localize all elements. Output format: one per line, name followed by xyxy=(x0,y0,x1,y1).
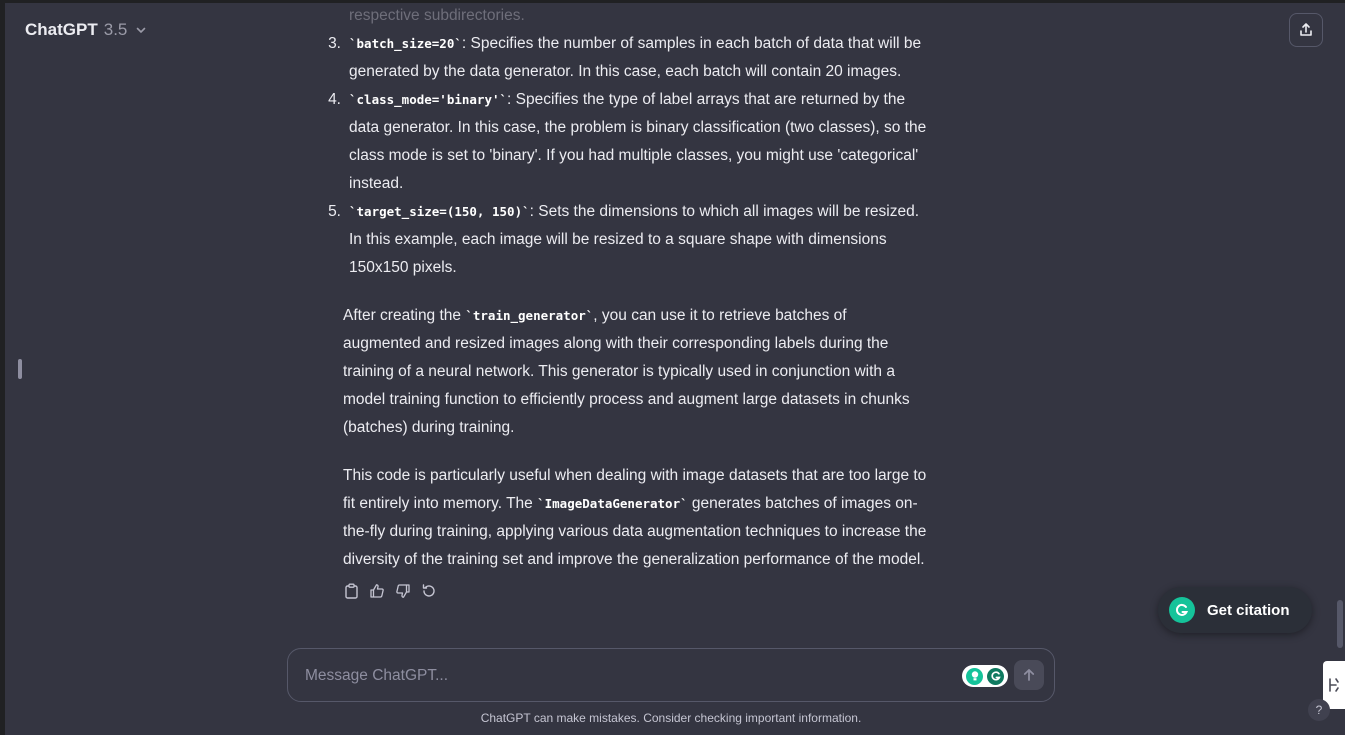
list-item-continuation: In this example, each image will be resi… xyxy=(343,226,953,254)
para-line: augmented and resized images along with … xyxy=(343,335,889,352)
extension-icons[interactable] xyxy=(962,665,1008,687)
clipboard-icon xyxy=(344,583,358,599)
list-text: : Specifies the type of label arrays tha… xyxy=(507,91,906,108)
model-version: 3.5 xyxy=(103,20,128,39)
regenerate-button[interactable] xyxy=(421,581,437,601)
inline-code: `ImageDataGenerator` xyxy=(537,496,688,511)
list-number: 4. xyxy=(328,91,341,108)
extension-panel-icon xyxy=(1329,678,1339,692)
list-number: 5. xyxy=(328,203,341,220)
sidebar-edge xyxy=(0,0,5,735)
dislike-button[interactable] xyxy=(395,581,411,601)
disclaimer-text: ChatGPT can make mistakes. Consider chec… xyxy=(480,711,862,725)
model-name: ChatGPT xyxy=(25,20,98,39)
para-line: training of a neural network. This gener… xyxy=(343,363,895,380)
message-actions xyxy=(343,581,437,601)
list-item-continuation: generated by the data generator. In this… xyxy=(343,58,953,86)
paragraph: After creating the `train_generator`, yo… xyxy=(343,302,953,442)
refresh-icon xyxy=(422,584,435,597)
list-item: 5. `target_size=(150, 150)`: Sets the di… xyxy=(328,198,953,226)
send-button[interactable] xyxy=(1014,660,1044,690)
share-icon xyxy=(1300,23,1312,36)
help-button[interactable]: ? xyxy=(1308,699,1330,721)
thumbs-down-icon xyxy=(396,584,410,598)
citation-label: Get citation xyxy=(1207,601,1290,619)
lightbulb-icon[interactable] xyxy=(966,667,983,685)
list-item-continuation: instead. xyxy=(343,170,953,198)
inline-code: `target_size=(150, 150)` xyxy=(349,204,530,219)
para-line: This code is particularly useful when de… xyxy=(343,467,927,484)
list-text: : Specifies the number of samples in eac… xyxy=(461,35,922,52)
para-text: generates batches of images on- xyxy=(687,495,918,512)
like-button[interactable] xyxy=(369,581,385,601)
list-text-line: generated by the data generator. In this… xyxy=(349,63,902,80)
arrow-up-icon xyxy=(1023,669,1035,681)
para-text: , you can use it to retrieve batches of xyxy=(593,307,847,324)
scrollbar-thumb[interactable] xyxy=(1337,600,1343,648)
para-text: After creating the xyxy=(343,307,466,324)
grammarly-icon[interactable] xyxy=(987,667,1004,685)
share-button[interactable] xyxy=(1289,13,1323,47)
model-selector[interactable]: ChatGPT 3.5 xyxy=(25,20,147,40)
get-citation-button[interactable]: Get citation xyxy=(1158,587,1312,633)
list-item: 4. `class_mode='binary'`: Specifies the … xyxy=(328,86,953,114)
list-text-line: In this example, each image will be resi… xyxy=(349,231,887,248)
sidebar-toggle-handle[interactable] xyxy=(18,359,22,379)
chevron-down-icon xyxy=(137,27,146,34)
list-item-continuation: 150x150 pixels. xyxy=(343,254,953,282)
paragraph: This code is particularly useful when de… xyxy=(343,462,953,574)
inline-code: `train_generator` xyxy=(465,308,594,323)
para-line: the-fly during training, applying variou… xyxy=(343,523,927,540)
para-line: (batches) during training. xyxy=(343,419,515,436)
list-text-line: 150x150 pixels. xyxy=(349,259,457,276)
list-item-continuation: class mode is set to 'binary'. If you ha… xyxy=(343,142,953,170)
list-text: : Sets the dimensions to which all image… xyxy=(529,203,920,220)
grammarly-logo-icon xyxy=(1169,597,1195,623)
list-text-line: class mode is set to 'binary'. If you ha… xyxy=(349,147,919,164)
list-item: 3. `batch_size=20`: Specifies the number… xyxy=(328,30,953,58)
list-text-line: instead. xyxy=(349,175,404,192)
inline-code: `batch_size=20` xyxy=(349,36,462,51)
thumbs-up-icon xyxy=(370,584,384,598)
list-text-line: data generator. In this case, the proble… xyxy=(349,119,927,136)
faded-text: respective subdirectories. xyxy=(349,7,525,24)
copy-button[interactable] xyxy=(343,581,359,601)
inline-code: `class_mode='binary'` xyxy=(349,92,508,107)
message-input[interactable] xyxy=(303,663,907,689)
para-line: diversity of the training set and improv… xyxy=(343,551,925,568)
list-number: 3. xyxy=(328,35,341,52)
para-line: model training function to efficiently p… xyxy=(343,391,910,408)
list-item-continuation: data generator. In this case, the proble… xyxy=(343,114,953,142)
para-text: fit entirely into memory. The xyxy=(343,495,538,512)
message-composer xyxy=(287,648,1055,702)
list-item-faded: respective subdirectories. xyxy=(343,2,953,30)
